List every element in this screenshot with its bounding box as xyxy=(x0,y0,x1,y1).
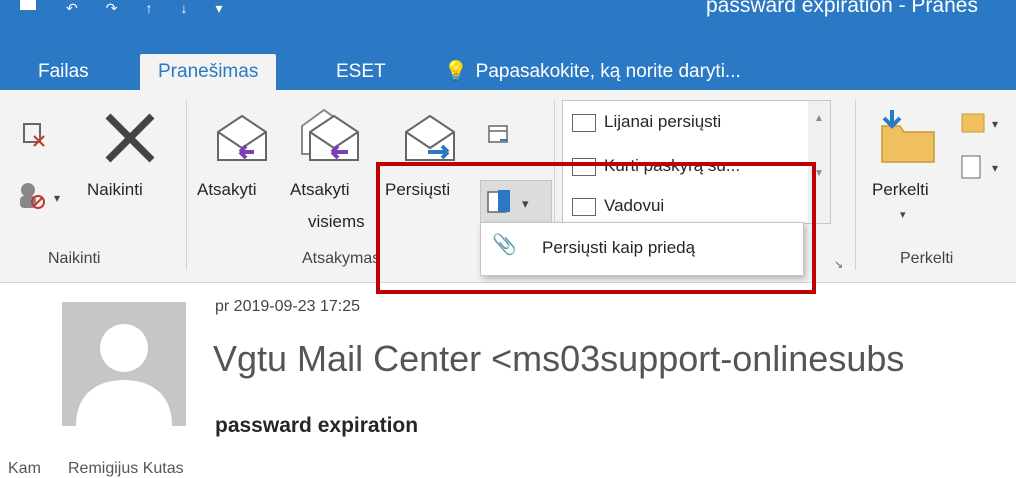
up-arrow-icon[interactable]: ↑ xyxy=(145,0,152,20)
tab-message[interactable]: Pranešimas xyxy=(140,54,277,90)
redo-icon[interactable]: ↷ xyxy=(106,0,118,20)
dialog-launcher-icon[interactable]: ↘ xyxy=(834,258,843,271)
reply-icon[interactable] xyxy=(210,108,274,168)
quick-step-label: Lijanai persiųsti xyxy=(604,112,722,131)
save-icon[interactable] xyxy=(18,0,38,12)
tab-eset[interactable]: ESET xyxy=(336,54,386,90)
tab-file[interactable]: Failas xyxy=(38,54,89,90)
delete-icon[interactable] xyxy=(100,108,160,168)
quick-step-item[interactable]: Lijanai persiųsti xyxy=(572,112,721,132)
tell-me-box[interactable]: 💡 Papasakokite, ką norite daryti... xyxy=(444,54,741,90)
delete-group-label: Naikinti xyxy=(48,250,101,267)
quick-access-toolbar: ↶ ↷ ↑ ↓ ▾ xyxy=(18,0,223,20)
reply-all-icon[interactable] xyxy=(296,104,366,168)
move-group-label: Perkelti xyxy=(900,250,954,267)
lightbulb-icon: 💡 xyxy=(444,61,468,82)
to-label: Kam xyxy=(8,460,41,477)
sender-name[interactable]: Vgtu Mail Center <ms03support-onlinesubs xyxy=(213,338,904,380)
down-arrow-icon[interactable]: ↓ xyxy=(180,0,187,20)
reply-button[interactable]: Atsakyti xyxy=(197,180,257,200)
meeting-icon[interactable] xyxy=(486,122,512,148)
svg-text:▾: ▾ xyxy=(992,161,998,175)
delete-button[interactable]: Naikinti xyxy=(87,180,143,200)
sent-date: pr 2019-09-23 17:25 xyxy=(215,298,360,315)
group-divider xyxy=(186,100,187,270)
undo-icon[interactable]: ↶ xyxy=(66,0,78,20)
folder-icon xyxy=(881,110,935,163)
customize-qat-icon[interactable]: ▾ xyxy=(215,0,222,20)
to-recipient[interactable]: Remigijus Kutas xyxy=(68,460,184,478)
chevron-down-icon[interactable]: ▾ xyxy=(900,208,906,221)
move-button[interactable]: Perkelti xyxy=(872,180,929,200)
reply-all-button-line2[interactable]: visiems xyxy=(308,212,365,232)
svg-text:▾: ▾ xyxy=(54,191,60,205)
ignore-icon[interactable] xyxy=(18,118,48,148)
highlight-box xyxy=(376,162,816,294)
junk-icon[interactable]: ▾ xyxy=(16,180,64,212)
rules-icon[interactable]: ▾ ▾ xyxy=(958,108,1014,208)
window-title: passward expiration - Praneš xyxy=(706,0,978,17)
avatar xyxy=(62,302,186,426)
respond-group-label: Atsakymas xyxy=(302,250,381,267)
svg-text:▾: ▾ xyxy=(992,117,998,131)
reply-all-button[interactable]: Atsakyti xyxy=(290,180,350,200)
group-divider xyxy=(855,100,856,270)
tell-me-placeholder: Papasakokite, ką norite daryti... xyxy=(475,61,741,82)
forward-mail-icon xyxy=(572,113,596,132)
subject: passward expiration xyxy=(215,414,419,437)
forward-icon[interactable] xyxy=(398,108,462,168)
person-icon xyxy=(76,324,172,426)
